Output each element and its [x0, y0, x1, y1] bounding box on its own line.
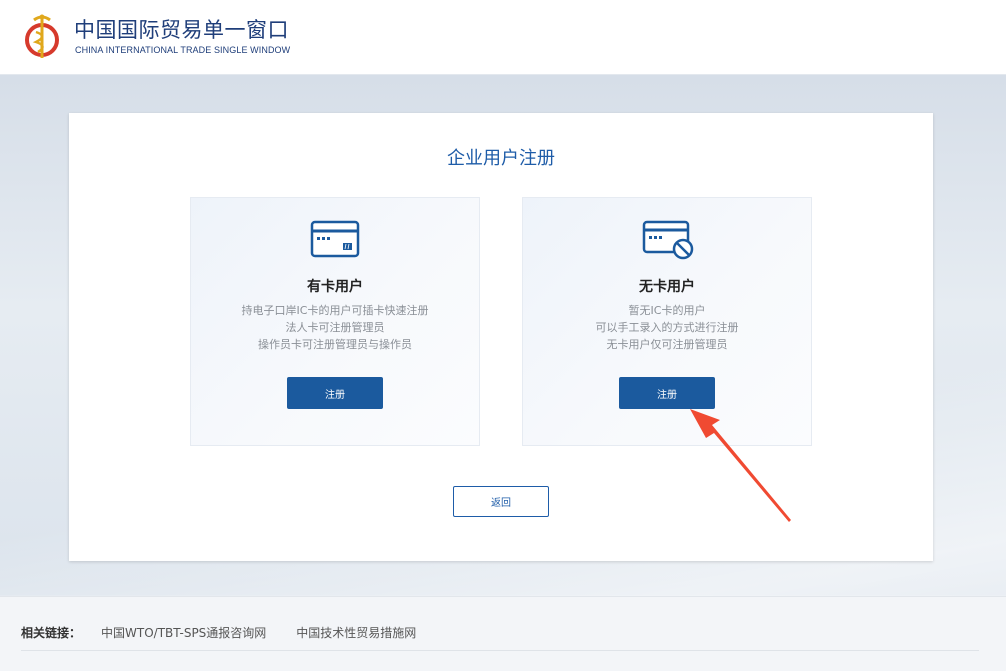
- logo-emblem-icon[interactable]: [22, 12, 62, 60]
- registration-panel: 企业用户注册 有卡用户 持电子口岸IC卡的用户可插卡快速注册 法人卡可注册管理员…: [69, 113, 933, 561]
- footer-link-wto[interactable]: 中国WTO/TBT-SPS通报咨询网: [101, 624, 266, 641]
- back-button[interactable]: 返回: [453, 486, 549, 517]
- footer-link-tbt[interactable]: 中国技术性贸易措施网: [296, 624, 416, 641]
- page-title: 企业用户注册: [447, 148, 555, 169]
- card-desc-line: 可以手工录入的方式进行注册: [595, 321, 739, 334]
- card-desc-line: 法人卡可注册管理员: [285, 321, 385, 334]
- card-desc-line: 暂无IC卡的用户: [628, 304, 706, 317]
- card-description: 持电子口岸IC卡的用户可插卡快速注册 法人卡可注册管理员 操作员卡可注册管理员与…: [191, 302, 479, 353]
- site-header: 中国国际贸易单一窗口 CHINA INTERNATIONAL TRADE SIN…: [0, 0, 1006, 75]
- footer-divider: [0, 596, 1006, 597]
- card-desc-line: 操作员卡可注册管理员与操作员: [258, 338, 412, 351]
- site-title[interactable]: 中国国际贸易单一窗口: [74, 14, 289, 44]
- footer: 相关链接： 中国WTO/TBT-SPS通报咨询网 中国技术性贸易措施网: [0, 596, 1006, 671]
- footer-links: 相关链接： 中国WTO/TBT-SPS通报咨询网 中国技术性贸易措施网: [21, 624, 446, 641]
- card-desc-line: 持电子口岸IC卡的用户可插卡快速注册: [241, 304, 429, 317]
- site-subtitle: CHINA INTERNATIONAL TRADE SINGLE WINDOW: [75, 45, 291, 55]
- card-desc-line: 无卡用户仅可注册管理员: [606, 338, 728, 351]
- card-title: 无卡用户: [639, 279, 695, 295]
- footer-label: 相关链接：: [21, 626, 82, 640]
- footer-bottom-divider: [21, 650, 979, 651]
- card-description: 暂无IC卡的用户 可以手工录入的方式进行注册 无卡用户仅可注册管理员: [523, 302, 811, 353]
- card-title: 有卡用户: [307, 279, 363, 295]
- no-card-icon: [642, 220, 694, 260]
- ic-card-icon: [310, 220, 360, 258]
- register-with-card-button[interactable]: 注册: [287, 377, 383, 409]
- card-without-ic: 无卡用户 暂无IC卡的用户 可以手工录入的方式进行注册 无卡用户仅可注册管理员 …: [522, 197, 812, 446]
- register-without-card-button[interactable]: 注册: [619, 377, 715, 409]
- card-with-ic: 有卡用户 持电子口岸IC卡的用户可插卡快速注册 法人卡可注册管理员 操作员卡可注…: [190, 197, 480, 446]
